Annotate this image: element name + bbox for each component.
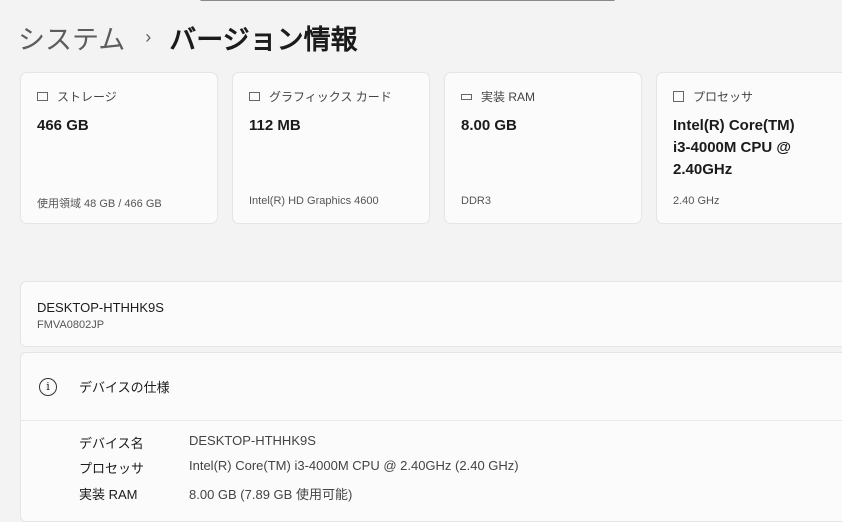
spec-row: プロセッサ Intel(R) Core(TM) i3-4000M CPU @ 2.… (79, 458, 519, 477)
spec-row: 実装 RAM 8.00 GB (7.89 GB 使用可能) (79, 484, 352, 503)
scrollbar[interactable] (200, 0, 615, 1)
device-name-card: DESKTOP-HTHHK9S FMVA0802JP (20, 281, 842, 347)
device-specs-section: i デバイスの仕様 デバイス名 DESKTOP-HTHHK9S プロセッサ Inte… (20, 352, 842, 522)
device-specs-header[interactable]: i デバイスの仕様 (21, 353, 842, 421)
spec-value: Intel(R) Core(TM) i3-4000M CPU @ 2.40GHz… (189, 458, 519, 473)
card-label: グラフィックス カード (269, 90, 392, 104)
card-value: 8.00 GB (461, 117, 517, 134)
storage-card: ストレージ 466 GB 使用領域 48 GB / 466 GB (20, 72, 218, 224)
device-name: DESKTOP-HTHHK9S (37, 300, 164, 315)
card-sub: Intel(R) HD Graphics 4600 (249, 195, 379, 207)
page-title: バージョン情報 (169, 25, 358, 55)
card-value: 112 MB (249, 117, 301, 134)
gpu-card: グラフィックス カード 112 MB Intel(R) HD Graphics … (232, 72, 430, 224)
card-sub: 2.40 GHz (673, 195, 720, 207)
device-model: FMVA0802JP (37, 319, 105, 331)
chevron-right-icon: › (145, 27, 152, 47)
spec-value: DESKTOP-HTHHK9S (189, 433, 316, 448)
card-sub: DDR3 (461, 195, 491, 207)
card-value: Intel(R) Core(TM) i3-4000M CPU @ 2.40GHz (673, 117, 795, 178)
breadcrumb: システム › バージョン情報 (18, 18, 358, 57)
card-value: 466 GB (37, 117, 89, 134)
spec-row: デバイス名 DESKTOP-HTHHK9S (79, 433, 316, 452)
card-label: プロセッサ (693, 90, 754, 104)
spec-key: 実装 RAM (79, 487, 138, 502)
card-label: ストレージ (57, 90, 117, 104)
ram-icon (461, 93, 472, 100)
info-icon: i (39, 377, 57, 396)
spec-value: 8.00 GB (7.89 GB 使用可能) (189, 487, 353, 502)
cpu-icon (673, 91, 684, 102)
breadcrumb-parent[interactable]: システム (18, 18, 125, 57)
cpu-card: プロセッサ Intel(R) Core(TM) i3-4000M CPU @ 2… (656, 72, 842, 224)
section-title: デバイスの仕様 (79, 380, 170, 395)
card-label: 実装 RAM (481, 90, 536, 104)
spec-key: プロセッサ (79, 461, 145, 476)
gpu-icon (249, 92, 260, 101)
card-sub: 使用領域 48 GB / 466 GB (37, 198, 162, 210)
spec-key: デバイス名 (79, 436, 144, 451)
ram-card: 実装 RAM 8.00 GB DDR3 (444, 72, 642, 224)
storage-icon (37, 92, 48, 101)
